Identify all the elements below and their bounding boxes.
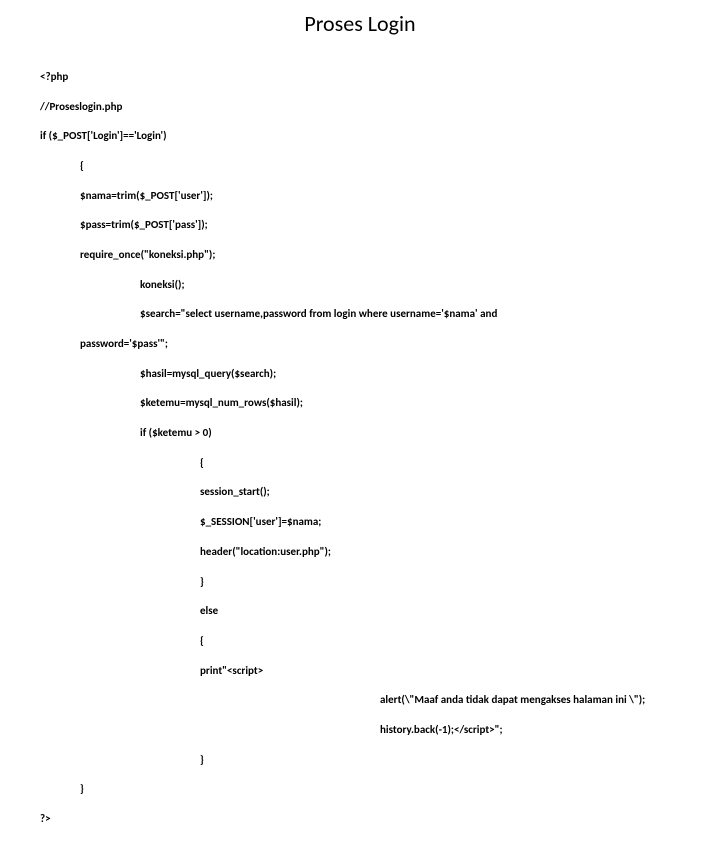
code-line: koneksi(); [40, 278, 680, 293]
code-line: history.back(-1);</script>"; [40, 723, 680, 738]
code-line: header("location:user.php"); [40, 545, 680, 560]
code-line: alert(\"Maaf anda tidak dapat mengakses … [40, 693, 680, 708]
slide-title: Proses Login [40, 10, 680, 37]
code-line: password='$pass'"; [40, 337, 680, 352]
code-line: $hasil=mysql_query($search); [40, 367, 680, 382]
code-line: require_once("koneksi.php"); [40, 248, 680, 263]
code-line: } [40, 782, 680, 797]
code-line: { [40, 159, 680, 174]
code-line: $pass=trim($_POST['pass']); [40, 218, 680, 233]
code-block: <?php //Proseslogin.php if ($_POST['Logi… [40, 55, 680, 857]
code-line: } [40, 753, 680, 768]
code-line: session_start(); [40, 485, 680, 500]
code-line: ?> [40, 812, 680, 827]
code-line: if ($_POST['Login']=='Login') [40, 129, 680, 144]
code-line: print"<script> [40, 664, 680, 679]
code-line: if ($ketemu > 0) [40, 426, 680, 441]
code-line: { [40, 456, 680, 471]
slide: Proses Login <?php //Proseslogin.php if … [0, 0, 720, 540]
code-line: else [40, 604, 680, 619]
code-line: $ketemu=mysql_num_rows($hasil); [40, 396, 680, 411]
code-line: } [40, 575, 680, 590]
code-line: $_SESSION['user']=$nama; [40, 515, 680, 530]
code-line: <?php [40, 70, 680, 85]
code-line: $search="select username,password from l… [40, 307, 680, 322]
code-line: $nama=trim($_POST['user']); [40, 189, 680, 204]
code-line: //Proseslogin.php [40, 100, 680, 115]
code-line: { [40, 634, 680, 649]
